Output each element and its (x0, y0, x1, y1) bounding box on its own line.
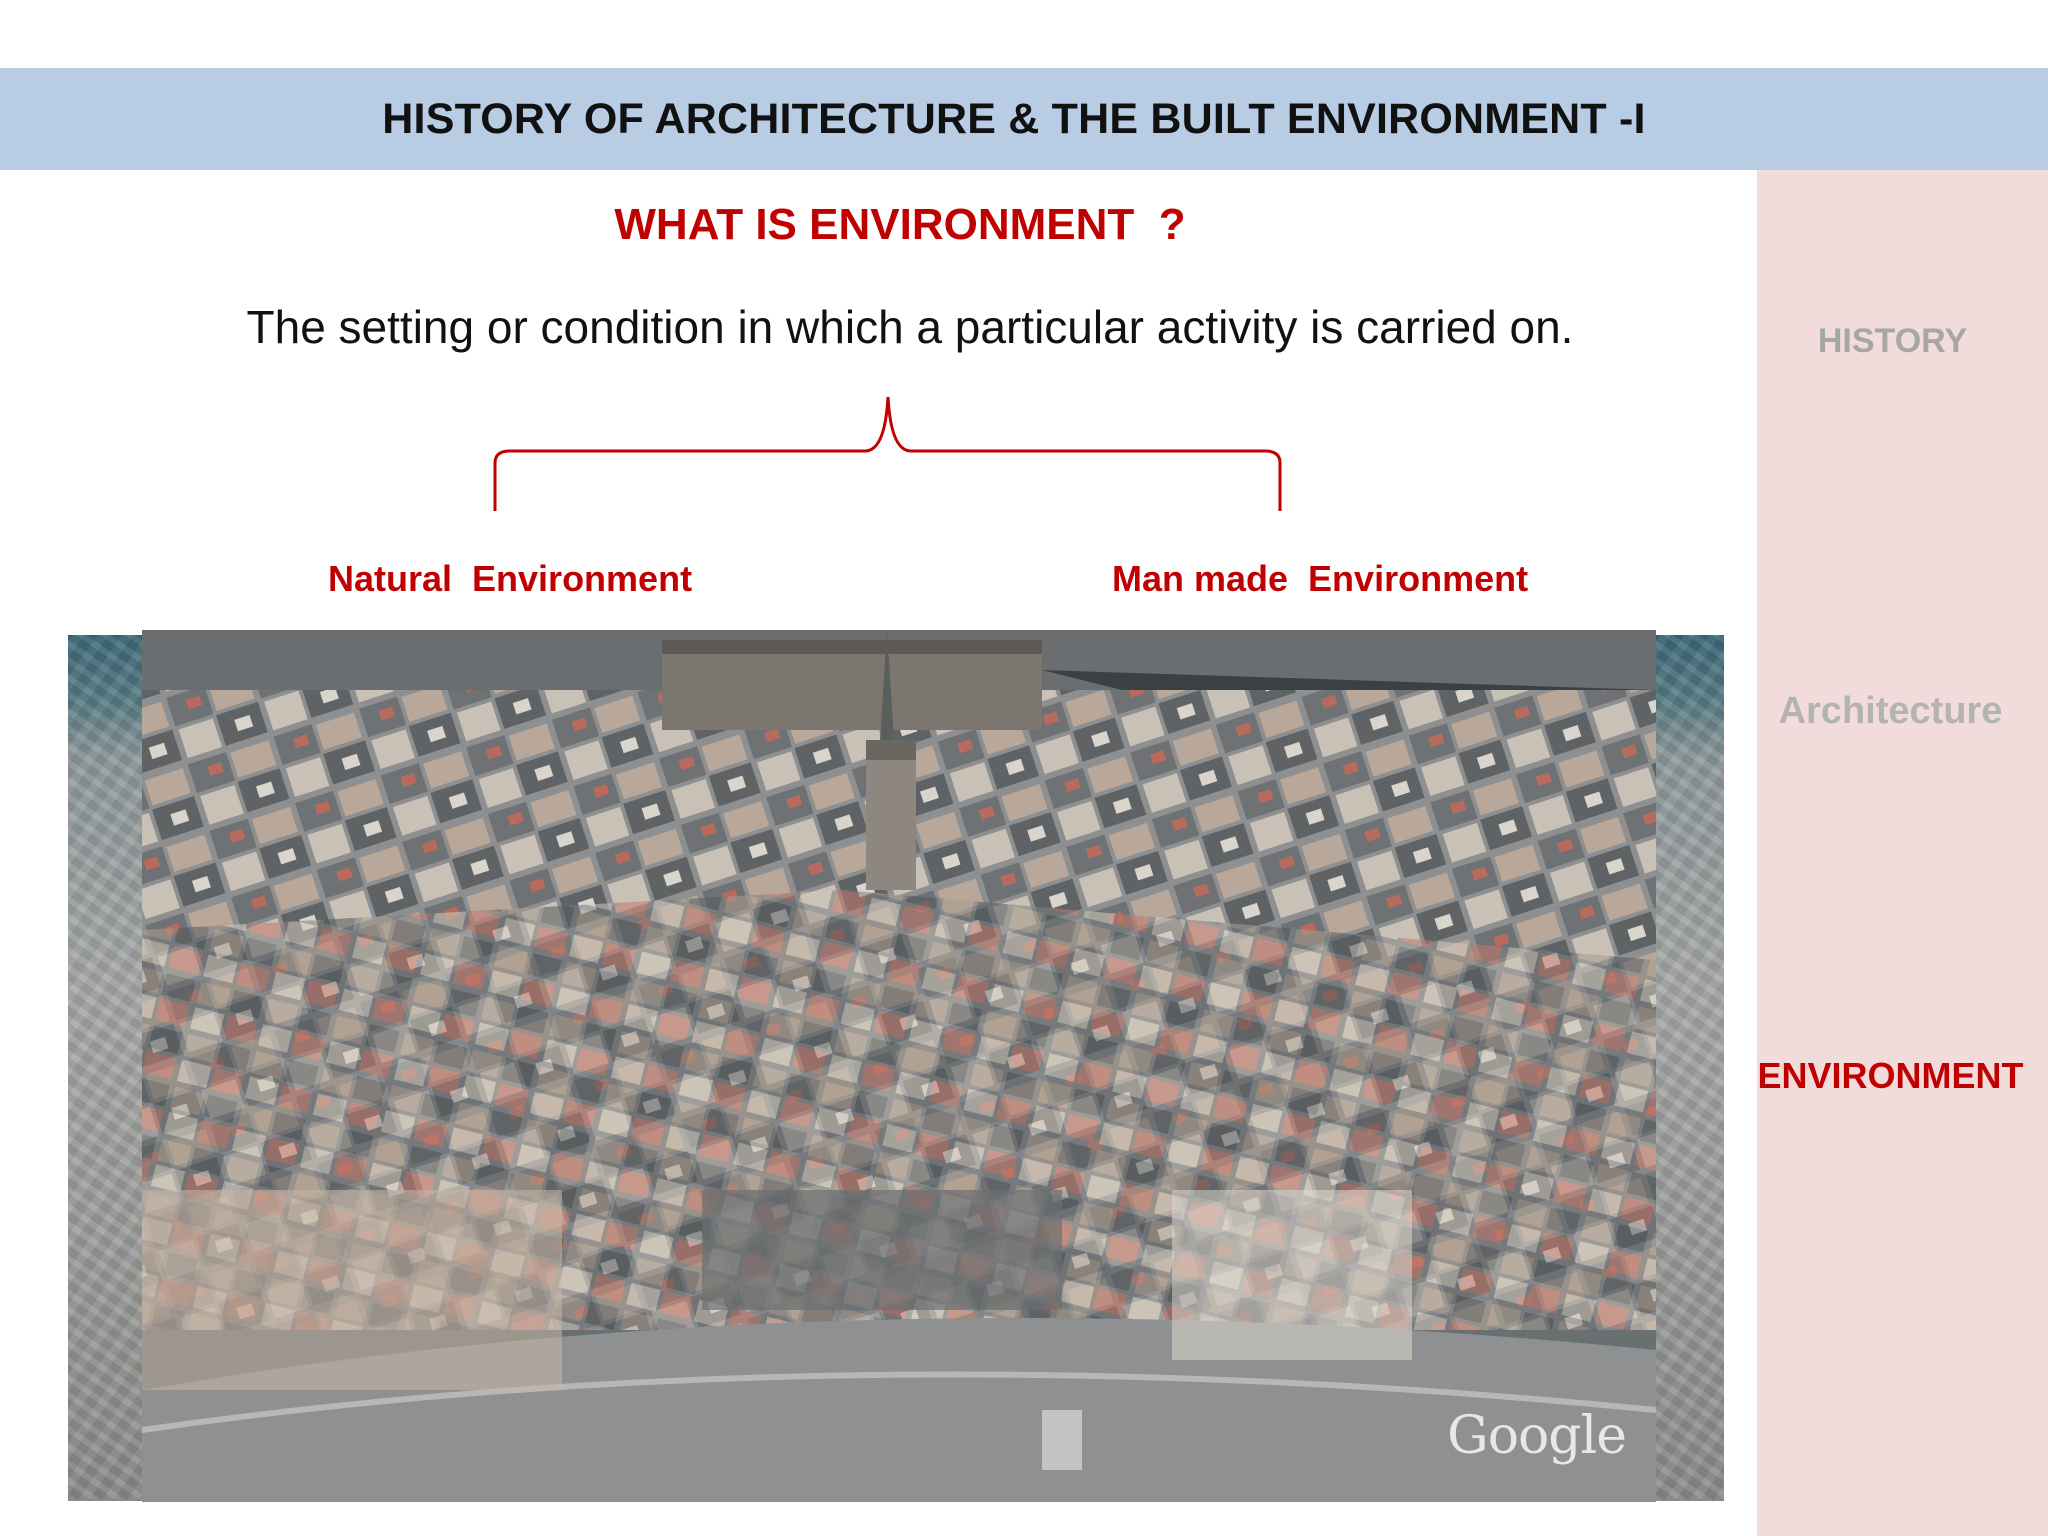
natural-environment-label: Natural Environment (328, 558, 693, 599)
brace-connector (493, 396, 1282, 511)
google-watermark: Google (1447, 1406, 1627, 1466)
header-bar: HISTORY OF ARCHITECTURE & THE BUILT ENVI… (0, 68, 2048, 170)
sidebar-item-environment[interactable]: ENVIRONMENT (1745, 1055, 2036, 1097)
manmade-environment-label: Man made Environment (1112, 558, 1529, 599)
sidebar: HISTORY Architecture ENVIRONMENT (1757, 170, 2048, 1536)
page-title: HISTORY OF ARCHITECTURE & THE BUILT ENVI… (382, 94, 1646, 143)
sidebar-item-architecture[interactable]: Architecture (1745, 690, 2036, 733)
sidebar-item-history[interactable]: HISTORY (1747, 322, 2038, 361)
question-heading: WHAT IS ENVIRONMENT ? (614, 200, 1186, 249)
aerial-city-photo: Google (142, 630, 1656, 1502)
definition-text: The setting or condition in which a part… (246, 301, 1574, 353)
